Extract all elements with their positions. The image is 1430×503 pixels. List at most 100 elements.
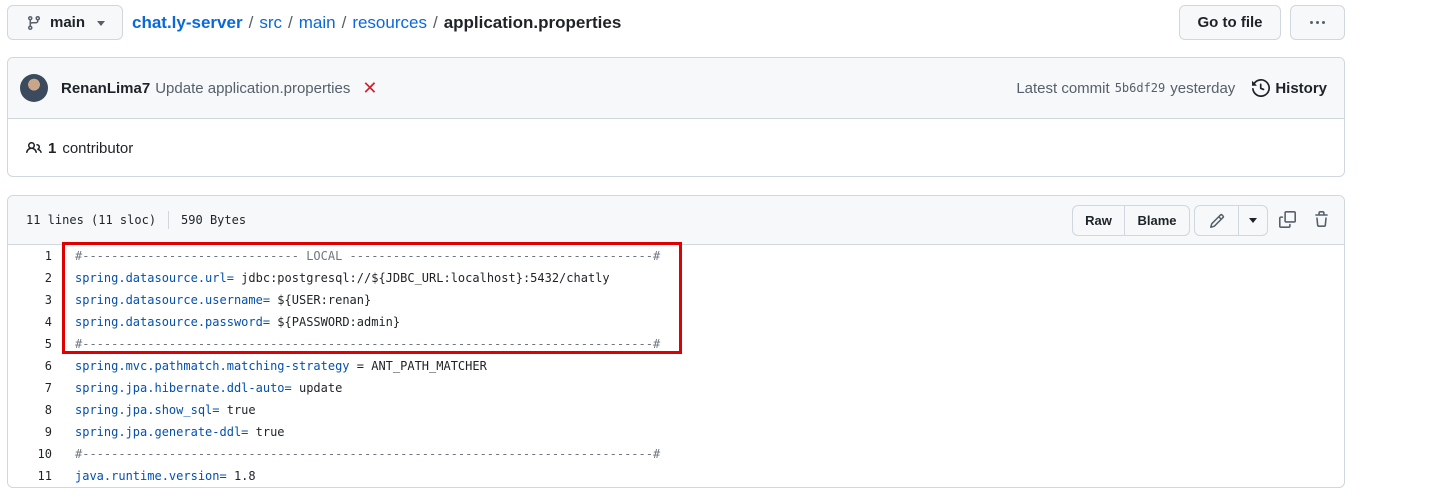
code-line: 8 spring.jpa.show_sql= true [8,399,1344,421]
history-icon [1252,79,1271,97]
line-content: spring.datasource.password= ${PASSWORD:a… [75,315,400,329]
latest-commit-box: RenanLima7 Update application.properties… [7,57,1345,177]
line-content: spring.mvc.pathmatch.matching-strategy =… [75,359,487,373]
go-to-file-button[interactable]: Go to file [1179,5,1281,40]
code-line: 5 #--------------------------------------… [8,333,1344,355]
history-button[interactable]: History [1252,79,1327,97]
breadcrumb-separator: / [287,12,293,32]
delete-button[interactable] [1310,208,1332,230]
code-line: 9 spring.jpa.generate-ddl= true [8,421,1344,443]
x-icon[interactable]: ✕ [362,79,377,97]
property-value: update [291,381,343,395]
raw-button[interactable]: Raw [1072,205,1125,236]
pencil-icon [1209,213,1224,228]
commit-message-link[interactable]: Update application.properties [155,80,350,97]
property-key: spring.datasource.password= [75,315,271,329]
history-label: History [1275,79,1327,97]
property-key: spring.jpa.hibernate.ddl-auto= [75,381,292,395]
branch-name: main [50,14,86,31]
code-comment: #---------------------------------------… [75,447,661,461]
property-value: ${USER:renan} [270,293,372,307]
breadcrumb-link-resources[interactable]: resources [352,13,427,33]
breadcrumb-link-main[interactable]: main [299,13,336,33]
breadcrumb-separator: / [341,12,347,32]
line-number[interactable]: 9 [8,425,52,439]
file-size: 590 Bytes [181,213,247,227]
line-number[interactable]: 11 [8,469,52,483]
file-info: 11 lines (11 sloc) 590 Bytes [26,196,246,244]
breadcrumb-separator: / [248,12,254,32]
raw-blame-group: Raw Blame [1072,205,1190,236]
property-key: spring.mvc.pathmatch.matching-strategy [75,359,350,373]
property-value: ${PASSWORD:admin} [270,315,401,329]
property-key: spring.datasource.url= [75,271,234,285]
line-content: #------------------------------ LOCAL --… [75,249,660,263]
line-content: spring.jpa.hibernate.ddl-auto= update [75,381,342,395]
kebab-horizontal-icon [1310,21,1313,24]
line-content: java.runtime.version= 1.8 [75,469,256,483]
more-options-button[interactable] [1290,5,1345,40]
commit-meta: Latest commit 5b6df29 yesterday History [1016,58,1327,118]
property-key: spring.jpa.generate-ddl= [75,425,249,439]
line-number[interactable]: 6 [8,359,52,373]
property-value: true [219,403,256,417]
chevron-down-icon [97,21,106,26]
latest-commit-label: Latest commit [1016,79,1110,97]
property-key: spring.jpa.show_sql= [75,403,220,417]
code-line: 11 java.runtime.version= 1.8 [8,465,1344,487]
code-line: 7 spring.jpa.hibernate.ddl-auto= update [8,377,1344,399]
code-line: 6 spring.mvc.pathmatch.matching-strategy … [8,355,1344,377]
avatar[interactable] [20,74,48,102]
git-branch-icon [27,15,40,30]
code-comment: #---------------------------------------… [75,337,661,351]
property-value: true [248,425,285,439]
property-key: java.runtime.version= [75,469,227,483]
edit-group [1194,205,1268,236]
code-line: 2 spring.datasource.url= jdbc:postgresql:… [8,267,1344,289]
property-key: spring.datasource.username= [75,293,271,307]
divider [168,211,170,229]
code-line: 1 #------------------------------ LOCAL -… [8,245,1344,267]
line-number[interactable]: 3 [8,293,52,307]
line-number[interactable]: 2 [8,271,52,285]
line-number[interactable]: 4 [8,315,52,329]
code-line: 4 spring.datasource.password= ${PASSWORD:… [8,311,1344,333]
branch-selector-button[interactable]: main [7,5,123,40]
code-line: 3 spring.datasource.username= ${USER:rena… [8,289,1344,311]
breadcrumb-current-file: application.properties [443,12,622,32]
edit-dropdown-button[interactable] [1239,205,1268,236]
line-number[interactable]: 5 [8,337,52,351]
line-content: #---------------------------------------… [75,447,660,461]
commit-time: yesterday [1170,79,1236,97]
property-value: = ANT_PATH_MATCHER [349,359,487,373]
property-value: 1.8 [226,469,256,483]
trash-icon [1314,210,1328,227]
code-comment: #------------------------------ LOCAL --… [75,249,661,263]
breadcrumb-link-src[interactable]: src [259,13,282,33]
commit-row: RenanLima7 Update application.properties… [8,58,1344,119]
blame-button[interactable]: Blame [1125,205,1190,236]
copy-button[interactable] [1276,208,1298,230]
line-number[interactable]: 10 [8,447,52,461]
commit-author-link[interactable]: RenanLima7 [61,80,150,97]
line-content: spring.datasource.url= jdbc:postgresql:/… [75,271,610,285]
line-number[interactable]: 8 [8,403,52,417]
chevron-down-icon [1249,218,1257,223]
line-content: spring.datasource.username= ${USER:renan… [75,293,371,307]
breadcrumb: chat.ly-server / src / main / resources … [132,5,621,40]
people-icon [26,141,42,154]
contributors-row[interactable]: 1 contributor [8,119,1344,176]
breadcrumb-separator: / [432,12,438,32]
copy-icon [1278,210,1296,228]
contributor-label: contributor [62,139,134,157]
line-content: spring.jpa.generate-ddl= true [75,425,285,439]
code-listing: 1 #------------------------------ LOCAL -… [8,245,1344,487]
line-count: 11 lines (11 sloc) [26,213,157,227]
line-number[interactable]: 7 [8,381,52,395]
breadcrumb-repo-link[interactable]: chat.ly-server [132,13,243,33]
line-content: spring.jpa.show_sql= true [75,403,256,417]
file-viewer: 11 lines (11 sloc) 590 Bytes Raw Blame 1… [7,195,1345,488]
commit-sha-link[interactable]: 5b6df29 [1115,81,1166,95]
line-number[interactable]: 1 [8,249,52,263]
edit-file-button[interactable] [1194,205,1239,236]
